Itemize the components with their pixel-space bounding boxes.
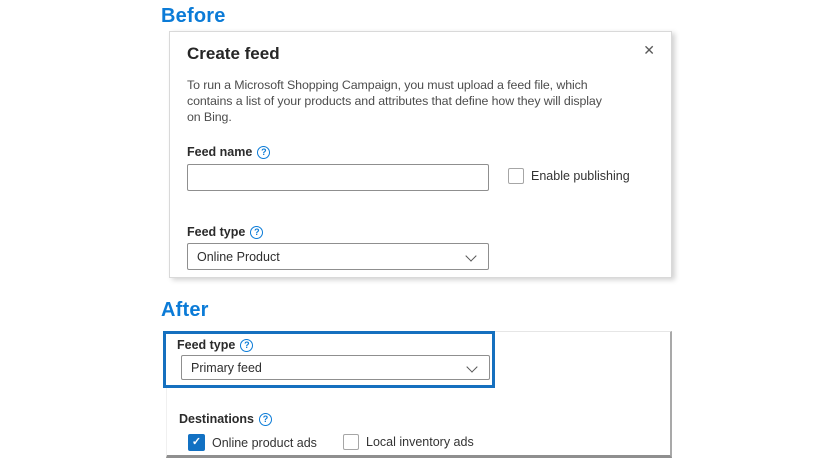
before-section-heading: Before	[161, 5, 226, 28]
feed-name-input[interactable]	[187, 164, 489, 191]
create-feed-dialog: Create feed ✕ To run a Microsoft Shoppin…	[169, 31, 672, 278]
online-product-ads-checkbox[interactable]: ✓	[188, 434, 205, 451]
enable-publishing-checkbox[interactable]	[508, 168, 524, 184]
local-inventory-ads-checkbox[interactable]	[343, 434, 359, 450]
feed-type-selected-value: Online Product	[197, 250, 280, 264]
checkmark-icon: ✓	[192, 437, 201, 448]
local-inventory-ads-label: Local inventory ads	[366, 435, 474, 449]
help-icon[interactable]: ?	[250, 226, 263, 239]
enable-publishing-label: Enable publishing	[531, 169, 630, 183]
local-inventory-ads-option[interactable]: Local inventory ads	[343, 434, 474, 450]
online-product-ads-label: Online product ads	[212, 436, 317, 450]
help-icon[interactable]: ?	[240, 339, 253, 352]
close-icon[interactable]: ✕	[639, 40, 659, 61]
dialog-description: To run a Microsoft Shopping Campaign, yo…	[187, 77, 602, 125]
after-section-heading: After	[161, 299, 209, 322]
feed-type-label: Feed type ?	[187, 225, 263, 239]
feed-type-highlight-box: Feed type ? Primary feed	[163, 331, 495, 388]
after-feed-type-selected-value: Primary feed	[191, 361, 262, 375]
dialog-title: Create feed	[187, 44, 280, 64]
destinations-label: Destinations ?	[179, 412, 272, 426]
after-feed-type-label-text: Feed type	[177, 338, 235, 352]
feed-name-label-text: Feed name	[187, 145, 252, 159]
description-line: To run a Microsoft Shopping Campaign, yo…	[187, 77, 602, 93]
chevron-down-icon	[466, 361, 477, 372]
help-icon[interactable]: ?	[257, 146, 270, 159]
feed-type-dropdown[interactable]: Online Product	[187, 243, 489, 270]
description-line: contains a list of your products and att…	[187, 93, 602, 109]
online-product-ads-option[interactable]: ✓ Online product ads	[188, 434, 317, 451]
page: Before Create feed ✕ To run a Microsoft …	[0, 0, 834, 467]
after-feed-type-label: Feed type ?	[177, 338, 253, 352]
feed-type-label-text: Feed type	[187, 225, 245, 239]
enable-publishing-option[interactable]: Enable publishing	[508, 168, 630, 184]
help-icon[interactable]: ?	[259, 413, 272, 426]
destinations-label-text: Destinations	[179, 412, 254, 426]
after-feed-type-dropdown[interactable]: Primary feed	[181, 355, 490, 380]
description-line: on Bing.	[187, 109, 602, 125]
feed-name-label: Feed name ?	[187, 145, 270, 159]
chevron-down-icon	[465, 250, 476, 261]
